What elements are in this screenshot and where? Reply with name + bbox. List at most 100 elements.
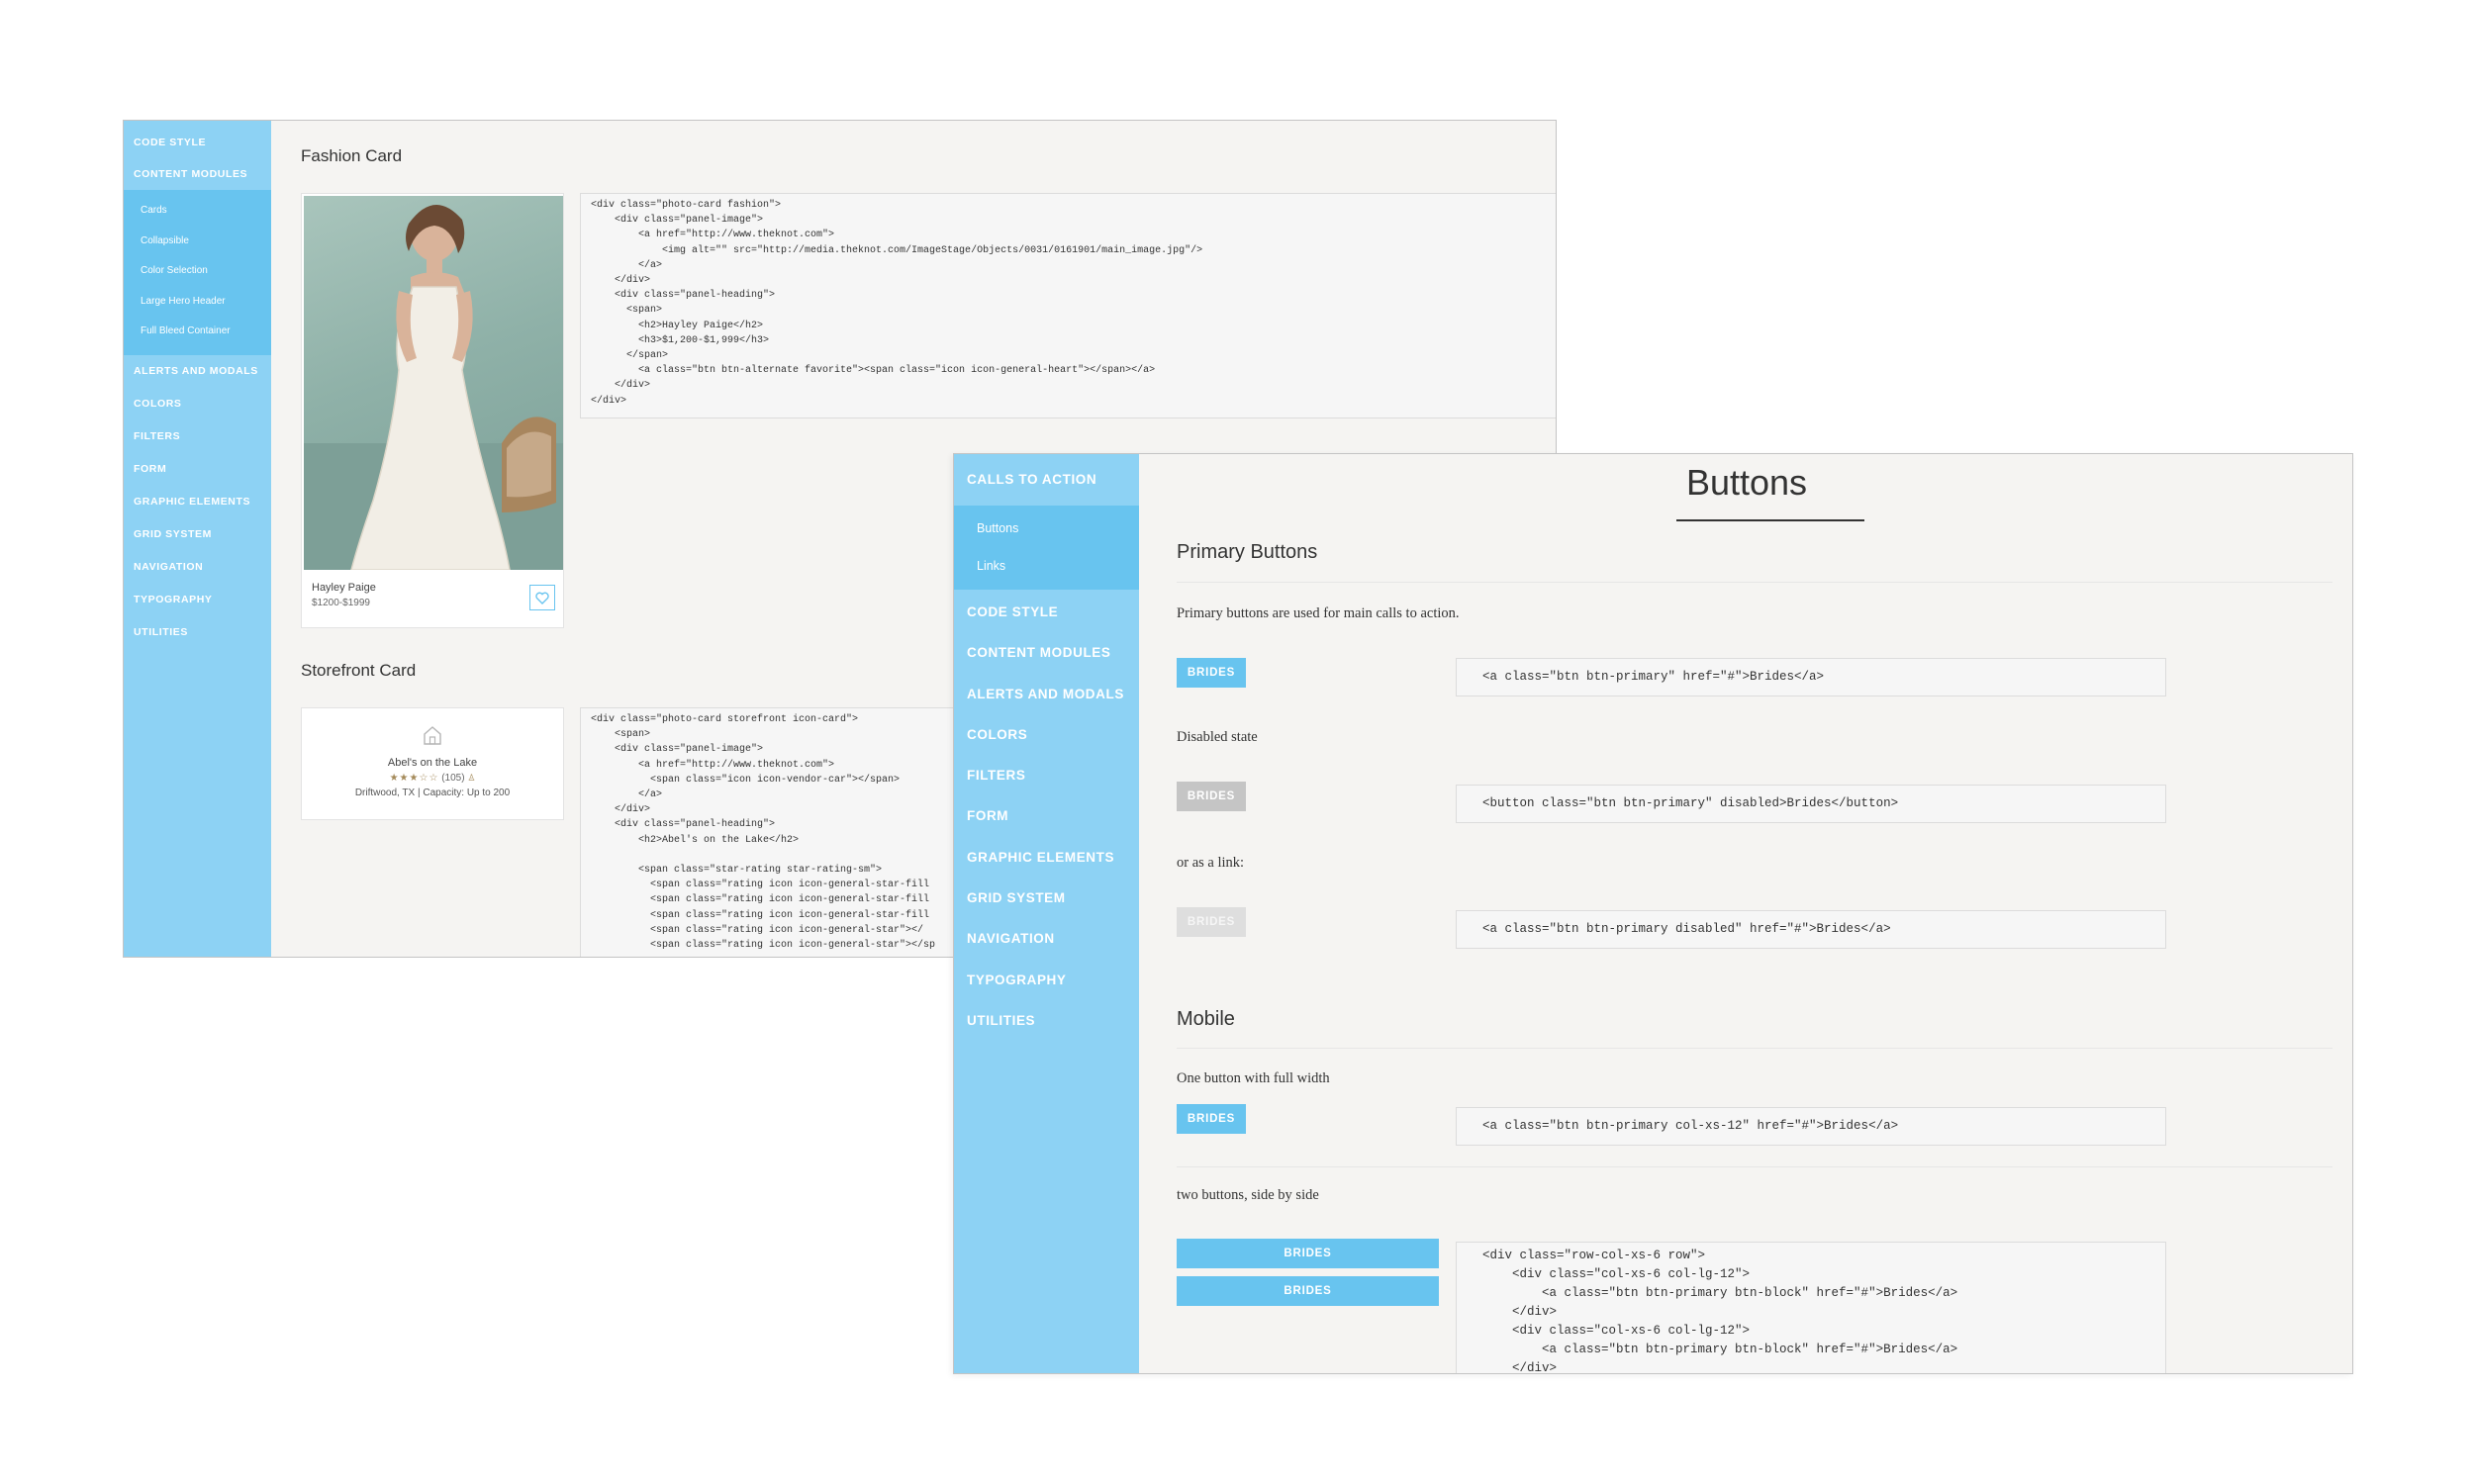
sidebar-item-navigation[interactable]: NAVIGATION — [124, 551, 271, 584]
side-by-side-button-1[interactable]: BRIDES — [1177, 1239, 1439, 1268]
rating-row: ★★★☆☆ (105) ♙ — [302, 773, 563, 784]
main-content: Buttons Primary Buttons Primary buttons … — [1139, 454, 2352, 1373]
disabled-link-button-sample[interactable]: BRIDES — [1177, 907, 1246, 937]
card-price: $1200-$1999 — [312, 598, 370, 608]
disabled-button-sample[interactable]: BRIDES — [1177, 782, 1246, 811]
code-line: <a class="btn btn-alternate favorite"><s… — [591, 365, 1156, 377]
page-title: Buttons — [1685, 462, 1808, 503]
section-divider — [1177, 1048, 2332, 1049]
code-line: </div> — [591, 380, 651, 392]
section-title-fashion-card: Fashion Card — [301, 146, 403, 165]
sidebar-nav: CODE STYLE CONTENT MODULES Cards Collaps… — [124, 121, 271, 957]
side-by-side-label: two buttons, side by side — [1177, 1187, 1319, 1203]
dress-illustration — [304, 204, 563, 570]
storefront-card-preview[interactable]: Abel's on the Lake ★★★☆☆ (105) ♙ Driftwo… — [301, 707, 564, 820]
code-line: </div> — [591, 275, 651, 287]
sidebar-submenu: Buttons Links — [954, 506, 1139, 590]
sidebar-subitem-buttons[interactable]: Buttons — [954, 510, 1139, 547]
code-line: <div class="panel-image"> — [591, 215, 764, 227]
code-block-fashion-card: <div class="photo-card fashion"> <div cl… — [580, 193, 1556, 418]
code-line: </span> — [591, 350, 669, 362]
person-icon: ♙ — [467, 773, 476, 783]
vendor-location: Driftwood, TX | Capacity: Up to 200 — [354, 788, 511, 798]
fashion-card-preview[interactable]: Hayley Paige $1200-$1999 — [301, 193, 564, 628]
sidebar-item-code-style[interactable]: CODE STYLE — [954, 592, 1139, 632]
sidebar-item-filters[interactable]: FILTERS — [124, 420, 271, 453]
house-icon — [424, 726, 441, 745]
section-divider — [1177, 1166, 2332, 1167]
sidebar-subitem-color-selection[interactable]: Color Selection — [124, 256, 271, 287]
sidebar-item-alerts-and-modals[interactable]: ALERTS AND MODALS — [124, 355, 271, 388]
sidebar-item-colors[interactable]: COLORS — [124, 388, 271, 420]
sidebar-item-content-modules[interactable]: CONTENT MODULES — [954, 632, 1139, 673]
sidebar-item-alerts-and-modals[interactable]: ALERTS AND MODALS — [954, 674, 1139, 714]
sidebar-subitem-large-hero-header[interactable]: Large Hero Header — [124, 287, 271, 318]
sidebar-item-utilities[interactable]: UTILITIES — [124, 616, 271, 649]
sidebar-item-form[interactable]: FORM — [954, 795, 1139, 836]
sidebar-item-grid-system[interactable]: GRID SYSTEM — [124, 518, 271, 551]
code-line: <a href="http://www.theknot.com"> — [591, 230, 835, 241]
code-line: <div class="col-xs-6 col-lg-12"> — [1482, 1324, 1751, 1338]
link-state-label: or as a link: — [1177, 855, 1245, 871]
sidebar-submenu: Cards Collapsible Color Selection Large … — [124, 190, 271, 355]
code-line: <a class="btn btn-primary btn-block" hre… — [1482, 1343, 1958, 1356]
page-title-underline — [1676, 519, 1864, 521]
code-line: <button class="btn btn-primary" disabled… — [1482, 796, 1899, 810]
section-divider — [1177, 582, 2332, 583]
section-title-mobile: Mobile — [1177, 1008, 1235, 1030]
heart-icon — [535, 592, 549, 604]
disabled-state-label: Disabled state — [1177, 729, 1258, 745]
dress-photo — [304, 196, 563, 570]
star-rating: ★★★☆☆ — [389, 773, 439, 784]
sidebar-item-filters[interactable]: FILTERS — [954, 755, 1139, 795]
card-title: Hayley Paige — [312, 582, 376, 594]
code-line: </div> — [591, 395, 627, 407]
primary-description: Primary buttons are used for main calls … — [1177, 605, 1460, 621]
vendor-name: Abel's on the Lake — [387, 757, 478, 769]
sidebar-item-grid-system[interactable]: GRID SYSTEM — [954, 878, 1139, 918]
code-line: <div class="photo-card fashion"> — [591, 200, 782, 211]
sidebar-subitem-collapsible[interactable]: Collapsible — [124, 227, 271, 257]
code-block-full-width: <a class="btn btn-primary col-xs-12" hre… — [1456, 1107, 2166, 1146]
code-block-link: <a class="btn btn-primary disabled" href… — [1456, 910, 2166, 949]
sidebar-subitem-cards[interactable]: Cards — [124, 196, 271, 227]
side-by-side-button-2[interactable]: BRIDES — [1177, 1276, 1439, 1306]
sidebar-item-typography[interactable]: TYPOGRAPHY — [954, 960, 1139, 1000]
code-line: <div class="row-col-xs-6 row"> — [1482, 1249, 1706, 1262]
primary-button-sample[interactable]: BRIDES — [1177, 658, 1246, 688]
sidebar-item-graphic-elements[interactable]: GRAPHIC ELEMENTS — [124, 486, 271, 518]
code-line: <a class="btn btn-primary" href="#">Brid… — [1482, 670, 1825, 684]
code-line: <a class="btn btn-primary btn-block" hre… — [1482, 1286, 1958, 1300]
full-width-button-sample[interactable]: BRIDES — [1177, 1104, 1246, 1134]
section-title-storefront-card: Storefront Card — [301, 661, 417, 680]
sidebar-nav: CALLS TO ACTION Buttons Links CODE STYLE… — [954, 454, 1139, 1373]
code-block-disabled: <button class="btn btn-primary" disabled… — [1456, 785, 2166, 823]
code-line: <h3>$1,200-$1,999</h3> — [591, 334, 770, 346]
code-line: <a class="btn btn-primary col-xs-12" hre… — [1482, 1119, 1899, 1133]
sidebar-item-navigation[interactable]: NAVIGATION — [954, 918, 1139, 959]
code-line: <a class="btn btn-primary disabled" href… — [1482, 922, 1891, 936]
sidebar-item-form[interactable]: FORM — [124, 453, 271, 486]
code-line: <div class="panel-heading"> — [591, 290, 776, 302]
code-line: <span> — [591, 305, 663, 317]
review-count: (105) — [441, 773, 465, 784]
sidebar-subitem-links[interactable]: Links — [954, 547, 1139, 585]
sidebar-item-utilities[interactable]: UTILITIES — [954, 1000, 1139, 1041]
style-guide-window-buttons: CALLS TO ACTION Buttons Links CODE STYLE… — [953, 453, 2353, 1374]
sidebar-item-typography[interactable]: TYPOGRAPHY — [124, 584, 271, 616]
sidebar-subitem-full-bleed-container[interactable]: Full Bleed Container — [124, 317, 271, 347]
sidebar-item-code-style[interactable]: CODE STYLE — [124, 127, 271, 158]
code-line: <div class="col-xs-6 col-lg-12"> — [1482, 1267, 1751, 1281]
code-line: </div> — [1482, 1305, 1558, 1319]
code-line: </div> — [1482, 1361, 1558, 1374]
sidebar-item-graphic-elements[interactable]: GRAPHIC ELEMENTS — [954, 837, 1139, 878]
sidebar-item-colors[interactable]: COLORS — [954, 714, 1139, 755]
full-width-label: One button with full width — [1177, 1070, 1330, 1086]
code-block-side-by-side: <div class="row-col-xs-6 row"> <div clas… — [1456, 1242, 2166, 1374]
sidebar-item-content-modules[interactable]: CONTENT MODULES — [124, 158, 271, 190]
code-line: </a> — [591, 259, 663, 271]
storefront-icon-wrap — [302, 724, 563, 746]
code-line: <img alt="" src="http://media.theknot.co… — [591, 244, 1203, 256]
sidebar-item-calls-to-action[interactable]: CALLS TO ACTION — [954, 454, 1139, 506]
favorite-button[interactable] — [529, 585, 555, 610]
